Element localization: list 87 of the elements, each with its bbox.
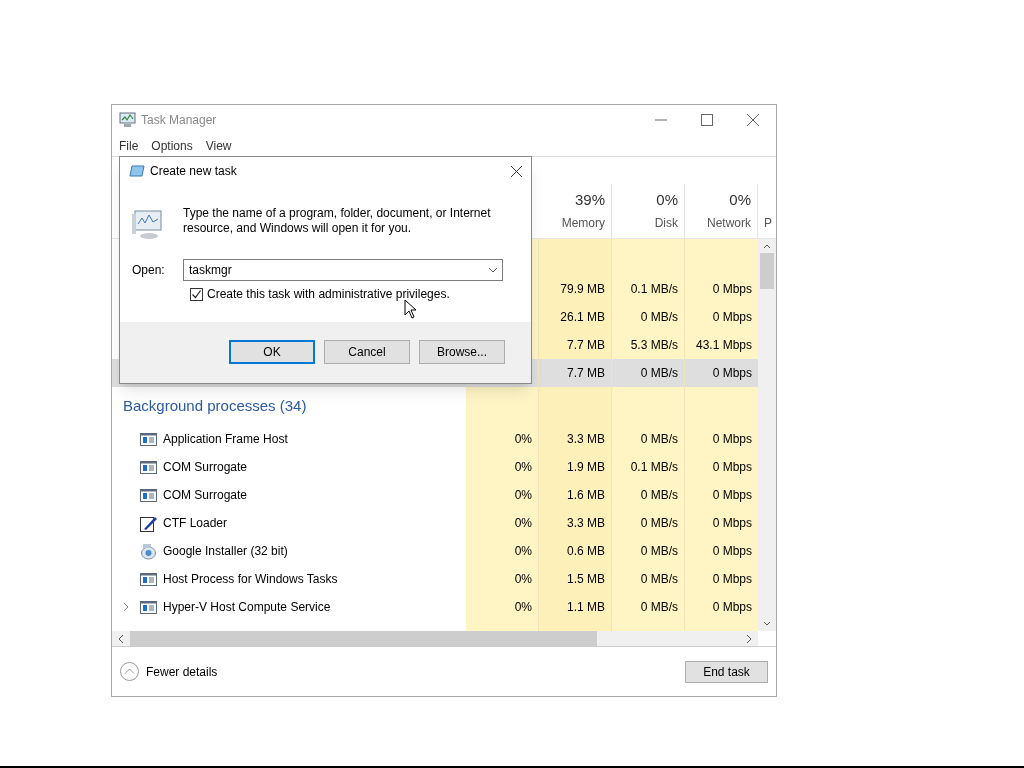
chevron-right-icon[interactable]	[123, 602, 129, 612]
table-cell: 0%	[466, 481, 539, 509]
close-icon[interactable]	[747, 114, 759, 126]
table-cell: 0%	[466, 537, 539, 565]
table-cell: 0%	[466, 593, 539, 621]
table-cell: 0 MB/s	[612, 565, 685, 593]
table-cell: 0%	[466, 565, 539, 593]
dialog-button[interactable]: OK	[229, 339, 315, 364]
column-header[interactable]: P	[764, 214, 772, 232]
table-cell: 0.1 MB/s	[612, 453, 685, 481]
table-cell: 0 Mbps	[685, 481, 758, 509]
table-cell: 0 Mbps	[685, 537, 758, 565]
window-icon	[140, 600, 157, 614]
dialog-message: Type the name of a program, folder, document, or Internet resource, and Windows will open it for you.	[183, 206, 492, 236]
window-icon	[140, 432, 157, 446]
process-name: COM Surrogate	[163, 487, 248, 504]
checkbox-label: Create this task with administrative privileges.	[207, 286, 450, 303]
horizontal-scrollbar[interactable]	[112, 631, 758, 646]
table-cell: 1.1 MB	[539, 593, 612, 621]
table-cell: 0 MB/s	[612, 593, 685, 621]
open-combobox[interactable]: taskmgr	[183, 259, 503, 281]
table-cell: 7.7 MB	[539, 331, 612, 359]
table-cell: 0 Mbps	[685, 275, 758, 303]
table-cell: 0 Mbps	[685, 565, 758, 593]
menu-item[interactable]: File	[119, 136, 139, 155]
table-cell: 1.9 MB	[539, 453, 612, 481]
table-cell: 79.9 MB	[539, 275, 612, 303]
process-name: Host Process for Windows Tasks	[163, 571, 338, 588]
scroll-thumb[interactable]	[760, 253, 774, 289]
process-name: CTF Loader	[163, 515, 228, 532]
table-cell: 0 Mbps	[685, 593, 758, 621]
collapse-icon[interactable]	[120, 662, 139, 681]
table-cell: 0%	[466, 425, 539, 453]
table-cell: 3.3 MB	[539, 425, 612, 453]
table-cell: 0.6 MB	[539, 537, 612, 565]
vertical-scrollbar[interactable]	[758, 239, 776, 631]
table-cell: 0%	[466, 453, 539, 481]
table-cell: 43.1 Mbps	[685, 331, 758, 359]
dialog-button[interactable]: Browse...	[419, 339, 505, 364]
column-header[interactable]: Memory	[561, 214, 605, 232]
open-label: Open:	[132, 262, 166, 279]
table-cell: 0%	[466, 509, 539, 537]
app-icon	[119, 112, 137, 128]
column-percent: 0%	[656, 189, 678, 210]
cursor-icon	[404, 299, 417, 319]
table-cell: 0 Mbps	[685, 453, 758, 481]
column-percent: 39%	[574, 189, 605, 210]
dialog-title: Create new task	[150, 163, 237, 180]
group-header: Background processes (34)	[123, 395, 307, 416]
scroll-thumb[interactable]	[130, 631, 597, 646]
window-icon	[140, 488, 157, 502]
window-title: Task Manager	[141, 112, 217, 129]
column-percent: 0%	[729, 189, 751, 210]
menu-item[interactable]: View	[205, 136, 232, 155]
table-cell: 0 Mbps	[685, 509, 758, 537]
pen-icon	[140, 514, 157, 532]
table-cell: 0.1 MB/s	[612, 275, 685, 303]
checkbox[interactable]	[190, 287, 203, 301]
process-name: COM Surrogate	[163, 459, 248, 476]
fewer-details-link[interactable]: Fewer details	[146, 662, 218, 681]
column-header[interactable]: Disk	[654, 214, 678, 232]
process-name: Google Installer (32 bit)	[163, 543, 288, 560]
run-icon	[129, 165, 145, 177]
table-cell: 1.5 MB	[539, 565, 612, 593]
dialog-button[interactable]: Cancel	[324, 339, 410, 364]
window-icon	[140, 572, 157, 586]
table-cell: 5.3 MB/s	[612, 331, 685, 359]
end-task-button[interactable]: End task	[685, 660, 768, 683]
installer-icon	[140, 542, 157, 560]
table-cell: 0 MB/s	[612, 425, 685, 453]
table-cell: 0 MB/s	[612, 537, 685, 565]
close-icon[interactable]	[511, 165, 522, 177]
table-cell: 0 Mbps	[685, 303, 758, 331]
table-cell: 0 MB/s	[612, 509, 685, 537]
menu-item[interactable]: Options	[151, 136, 193, 155]
column-header[interactable]: Network	[707, 214, 751, 232]
window-icon	[140, 460, 157, 474]
table-cell: 1.6 MB	[539, 481, 612, 509]
table-cell: 0 MB/s	[612, 481, 685, 509]
process-name: Application Frame Host	[163, 431, 288, 448]
maximize-icon[interactable]	[701, 114, 713, 126]
table-cell: 3.3 MB	[539, 509, 612, 537]
table-cell: 26.1 MB	[539, 303, 612, 331]
table-cell: 0 MB/s	[612, 303, 685, 331]
process-name: Hyper-V Host Compute Service	[163, 599, 331, 616]
caret-icon[interactable]	[488, 267, 498, 273]
table-cell: 0 Mbps	[685, 425, 758, 453]
